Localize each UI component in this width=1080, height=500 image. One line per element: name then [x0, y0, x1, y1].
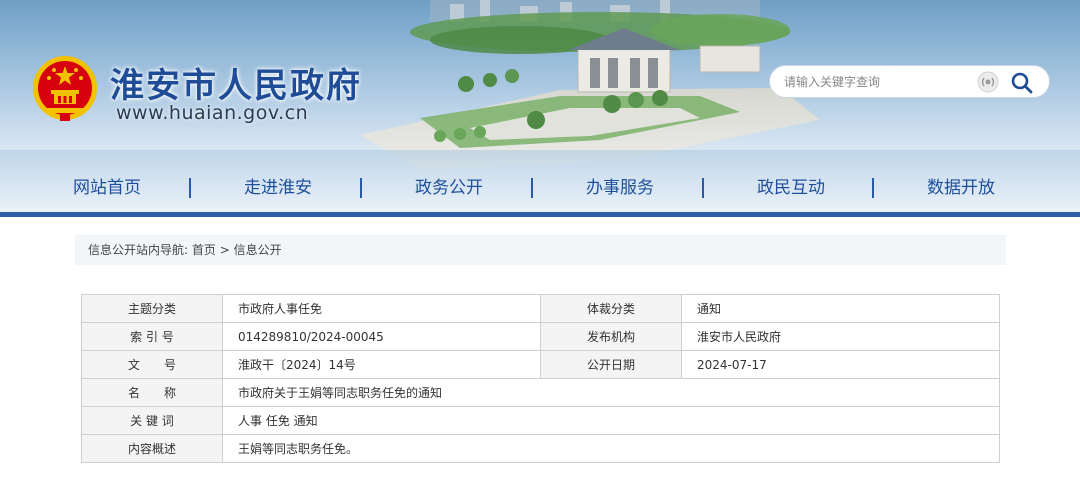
- table-row: 名 称 市政府关于王娟等同志职务任免的通知: [81, 378, 1000, 407]
- site-url: www.huaian.gov.cn: [116, 102, 309, 124]
- search-icon[interactable]: [1010, 71, 1034, 95]
- header-banner: 淮安市人民政府 www.huaian.gov.cn 网站首页 走进淮安 政务公开…: [0, 0, 1080, 215]
- table-row: 内容概述 王娟等同志职务任免。: [81, 434, 1000, 463]
- publisher-label: 发布机构: [540, 322, 682, 351]
- index-value: 014289810/2024-00045: [222, 322, 541, 351]
- nav-item-open-data[interactable]: 数据开放: [927, 168, 995, 208]
- index-label: 索 引 号: [81, 322, 223, 351]
- name-value: 市政府关于王娟等同志职务任免的通知: [222, 378, 1000, 407]
- summary-value: 王娟等同志职务任免。: [222, 434, 1000, 463]
- nav-item-home[interactable]: 网站首页: [73, 168, 141, 208]
- nav-separator: [702, 178, 704, 198]
- info-meta-table: 主题分类 市政府人事任免 体裁分类 通知 索 引 号 014289810/202…: [81, 294, 1000, 463]
- genre-label: 体裁分类: [540, 294, 682, 323]
- breadcrumb: 信息公开站内导航: 首页 > 信息公开: [75, 235, 1006, 265]
- genre-value: 通知: [681, 294, 1000, 323]
- search-box: [769, 65, 1050, 98]
- table-row: 关 键 词 人事 任免 通知: [81, 406, 1000, 435]
- keywords-label: 关 键 词: [81, 406, 223, 435]
- summary-label: 内容概述: [81, 434, 223, 463]
- nav-item-about-huaian[interactable]: 走进淮安: [244, 168, 312, 208]
- docno-label: 文 号: [81, 350, 223, 379]
- publisher-value: 淮安市人民政府: [681, 322, 1000, 351]
- docno-value: 淮政干〔2024〕14号: [222, 350, 541, 379]
- name-label: 名 称: [81, 378, 223, 407]
- keywords-value: 人事 任免 通知: [222, 406, 1000, 435]
- theme-value: 市政府人事任免: [222, 294, 541, 323]
- breadcrumb-prefix: 信息公开站内导航:: [88, 243, 189, 257]
- theme-label: 主题分类: [81, 294, 223, 323]
- date-value: 2024-07-17: [681, 350, 1000, 379]
- nav-separator: [360, 178, 362, 198]
- nav-item-services[interactable]: 办事服务: [586, 168, 654, 208]
- nav-item-interaction[interactable]: 政民互动: [757, 168, 825, 208]
- nav-underline-bar: [0, 212, 1080, 217]
- nav-separator: [531, 178, 533, 198]
- site-title: 淮安市人民政府: [110, 66, 362, 106]
- table-row: 索 引 号 014289810/2024-00045 发布机构 淮安市人民政府: [81, 322, 1000, 351]
- table-row: 文 号 淮政干〔2024〕14号 公开日期 2024-07-17: [81, 350, 1000, 379]
- nav-separator: [189, 178, 191, 198]
- breadcrumb-home-link[interactable]: 首页: [192, 243, 216, 257]
- date-label: 公开日期: [540, 350, 682, 379]
- breadcrumb-arrow: >: [219, 243, 230, 257]
- nav-item-gov-affairs[interactable]: 政务公开: [415, 168, 483, 208]
- voice-icon[interactable]: [976, 71, 1000, 93]
- main-nav: 网站首页 走进淮安 政务公开 办事服务 政民互动 数据开放: [0, 168, 1080, 212]
- breadcrumb-current-link[interactable]: 信息公开: [234, 243, 282, 257]
- national-emblem-icon: [33, 56, 97, 121]
- table-row: 主题分类 市政府人事任免 体裁分类 通知: [81, 294, 1000, 323]
- nav-separator: [872, 178, 874, 198]
- search-input[interactable]: [784, 73, 964, 91]
